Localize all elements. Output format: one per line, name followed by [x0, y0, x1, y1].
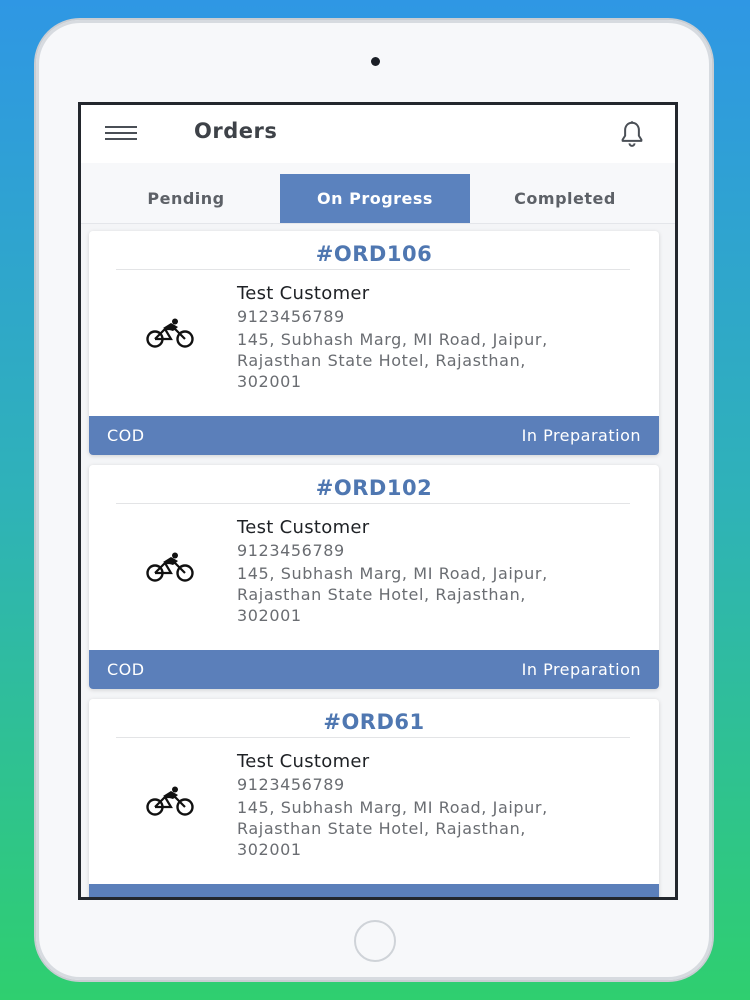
- page-title: Orders: [194, 119, 278, 143]
- customer-phone: 9123456789: [237, 775, 345, 794]
- card-footer: COD In Preparation: [89, 650, 659, 689]
- divider: [116, 737, 630, 738]
- tab-on-progress[interactable]: On Progress: [280, 174, 470, 223]
- camera: [371, 57, 380, 66]
- menu-icon[interactable]: [105, 126, 137, 142]
- bicycle-icon: [146, 552, 194, 582]
- home-button[interactable]: [354, 920, 396, 962]
- tab-pending[interactable]: Pending: [91, 174, 281, 223]
- app-bar: Orders: [81, 105, 675, 163]
- customer-name: Test Customer: [237, 751, 370, 772]
- order-card[interactable]: #ORD61 Test Customer 9123456789 145, Sub…: [89, 699, 659, 897]
- customer-name: Test Customer: [237, 283, 370, 304]
- payment-method: COD: [107, 660, 145, 679]
- divider: [116, 269, 630, 270]
- app-screen: Orders Pending On Progress Completed #OR…: [78, 102, 678, 900]
- customer-phone: 9123456789: [237, 541, 345, 560]
- payment-method: COD: [107, 426, 145, 445]
- order-tabs: Pending On Progress Completed: [81, 163, 675, 224]
- order-id: #ORD102: [315, 476, 433, 500]
- order-status: In Preparation: [521, 660, 641, 679]
- customer-address: 145, Subhash Marg, MI Road, Jaipur, Raja…: [237, 564, 548, 625]
- order-id: #ORD61: [323, 710, 425, 734]
- customer-address: 145, Subhash Marg, MI Road, Jaipur, Raja…: [237, 798, 548, 859]
- order-id: #ORD106: [315, 242, 433, 266]
- tab-completed[interactable]: Completed: [470, 174, 660, 223]
- card-footer: [89, 884, 659, 897]
- order-card[interactable]: #ORD106 Test Customer 9123456789 145, Su…: [89, 231, 659, 455]
- tablet-device: Orders Pending On Progress Completed #OR…: [36, 20, 712, 980]
- divider: [116, 503, 630, 504]
- customer-name: Test Customer: [237, 517, 370, 538]
- customer-address: 145, Subhash Marg, MI Road, Jaipur, Raja…: [237, 330, 548, 391]
- bicycle-icon: [146, 786, 194, 816]
- customer-phone: 9123456789: [237, 307, 345, 326]
- bicycle-icon: [146, 318, 194, 348]
- card-footer: COD In Preparation: [89, 416, 659, 455]
- order-status: In Preparation: [521, 426, 641, 445]
- bell-icon[interactable]: [617, 119, 647, 149]
- order-card[interactable]: #ORD102 Test Customer 9123456789 145, Su…: [89, 465, 659, 689]
